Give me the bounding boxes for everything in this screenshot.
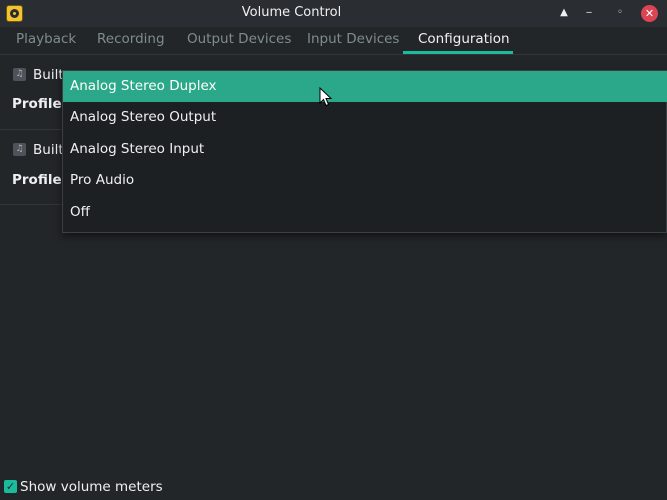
tab-playback[interactable]: Playback (16, 31, 76, 47)
dropdown-option-off[interactable]: Off (63, 197, 667, 228)
active-tab-indicator (403, 51, 513, 54)
window-title: Volume Control (241, 5, 342, 20)
show-meters-checkbox[interactable]: ✓ (4, 480, 17, 493)
dropdown-option-pro-audio[interactable]: Pro Audio (63, 165, 667, 196)
profile-label: Profile: (12, 96, 68, 112)
profile-label: Profile: (12, 172, 68, 188)
tab-bar: Playback Recording Output Devices Input … (0, 27, 667, 55)
sound-card-icon: ♫ (13, 143, 26, 156)
tab-recording[interactable]: Recording (97, 31, 165, 47)
tab-output-devices[interactable]: Output Devices (187, 31, 291, 47)
dropdown-option-analog-stereo-duplex[interactable]: Analog Stereo Duplex (63, 71, 667, 102)
mouse-cursor-icon (319, 87, 333, 107)
card-name: Built- (33, 67, 62, 83)
profile-dropdown-menu: Analog Stereo Duplex Analog Stereo Outpu… (62, 70, 667, 233)
sound-card-icon: ♫ (13, 68, 26, 81)
dropdown-option-analog-stereo-output[interactable]: Analog Stereo Output (63, 102, 667, 133)
volume-control-window: Volume Control ▲ ‒ ◦ ✕ Playback Recordin… (0, 0, 667, 500)
title-bar: Volume Control ▲ ‒ ◦ ✕ (0, 0, 667, 27)
tab-input-devices[interactable]: Input Devices (307, 31, 399, 47)
close-icon[interactable]: ✕ (641, 5, 658, 22)
card-name: Built- (33, 142, 62, 158)
dropdown-option-analog-stereo-input[interactable]: Analog Stereo Input (63, 134, 667, 165)
show-meters-label[interactable]: Show volume meters (20, 479, 163, 495)
minimize-icon[interactable]: ‒ (581, 5, 597, 21)
maximize-icon[interactable]: ◦ (612, 5, 628, 21)
tab-configuration[interactable]: Configuration (418, 31, 510, 47)
shade-icon[interactable]: ▲ (556, 5, 572, 21)
